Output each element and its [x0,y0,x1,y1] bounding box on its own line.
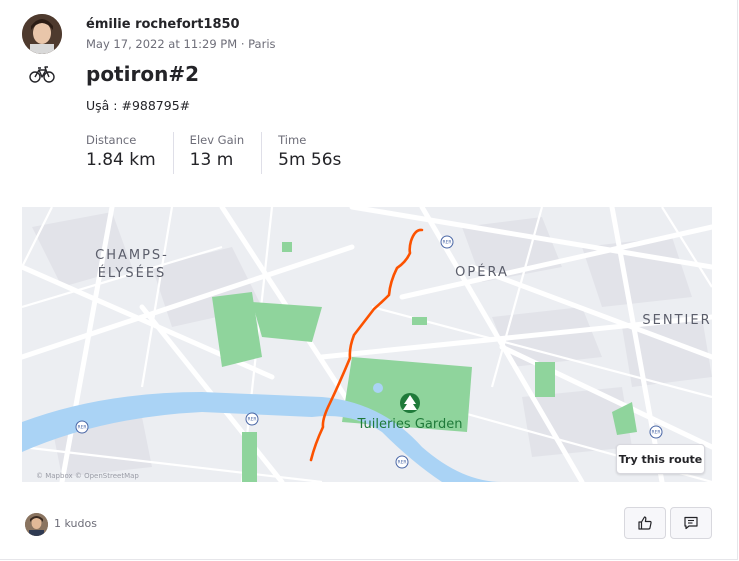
stat-time: Time 5m 56s [278,132,358,174]
rer-badge: RER [651,430,660,436]
stat-label: Elev Gain [189,133,245,147]
kudos-avatar[interactable] [25,513,48,536]
activity-card: émilie rochefort1850 May 17, 2022 at 11:… [0,0,738,560]
thumbs-up-icon [638,516,652,530]
bike-icon [29,66,55,83]
stat-value: 5m 56s [278,150,342,170]
map-label-champs-elysees: ÉLYSÉES [98,265,167,281]
route-map[interactable]: RER RER RER RER RER CHAMPS- ÉLYSÉES OPÉR… [22,207,712,482]
rer-badge: RER [397,460,406,466]
rer-badge: RER [77,425,86,431]
rer-badge: RER [442,240,451,246]
activity-stats: Distance 1.84 km Elev Gain 13 m Time 5m … [86,132,374,174]
activity-timestamp: May 17, 2022 at 11:29 PM · Paris [86,37,276,51]
rer-badge: RER [247,417,256,423]
map-attribution: © Mapbox © OpenStreetMap [36,472,139,480]
activity-title[interactable]: potiron#2 [86,62,199,86]
comment-icon [684,516,698,530]
athlete-name[interactable]: émilie rochefort1850 [86,17,240,32]
map-label-champs-elysees: CHAMPS- [95,248,169,263]
stat-distance: Distance 1.84 km [86,132,174,174]
athlete-avatar[interactable] [22,14,62,54]
map-label-sentier: SENTIER [642,313,711,328]
map-label-opera: OPÉRA [455,264,509,280]
stat-label: Time [278,133,307,147]
try-this-route-button[interactable]: Try this route [616,444,705,474]
stat-elev-gain: Elev Gain 13 m [189,132,263,174]
stat-label: Distance [86,133,137,147]
map-label-tuileries: Tuileries Garden [357,417,463,432]
comment-button[interactable] [670,507,712,539]
stat-value: 1.84 km [86,150,156,170]
activity-description: Uşâ : #988795# [86,98,191,113]
give-kudos-button[interactable] [624,507,666,539]
kudos-count[interactable]: 1 kudos [54,517,97,530]
stat-value: 13 m [189,150,234,170]
